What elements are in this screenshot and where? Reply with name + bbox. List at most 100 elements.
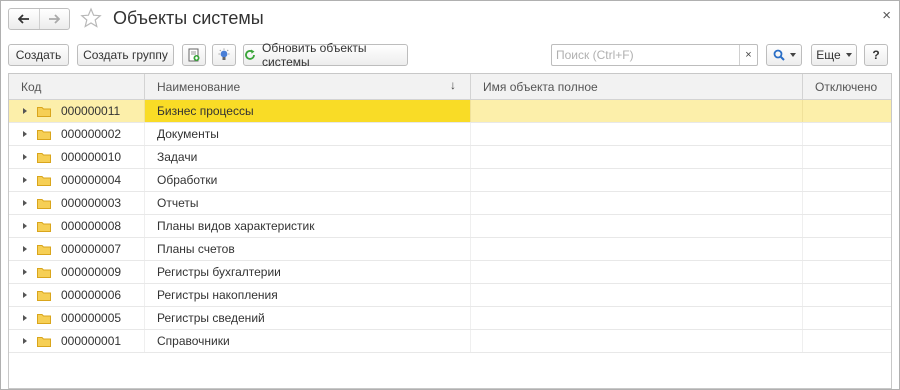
expand-arrow-icon[interactable]: [23, 131, 33, 137]
lightbulb-icon: [218, 48, 230, 60]
code-cell: 000000004: [9, 169, 145, 191]
refresh-objects-label: Обновить объекты системы: [262, 41, 367, 69]
name-cell: Регистры накопления: [145, 284, 471, 306]
forward-button[interactable]: [38, 9, 70, 29]
table-row[interactable]: 000000007 Планы счетов: [9, 238, 891, 261]
folder-icon: [37, 198, 51, 209]
disabled-cell: [803, 330, 891, 352]
disabled-cell: [803, 123, 891, 145]
arrow-right-icon: [49, 14, 61, 24]
name-cell: Документы: [145, 123, 471, 145]
idea-button[interactable]: [212, 44, 236, 66]
folder-icon: [37, 313, 51, 324]
more-button[interactable]: Еще: [811, 44, 857, 66]
expand-arrow-icon[interactable]: [23, 177, 33, 183]
name-cell: Отчеты: [145, 192, 471, 214]
folder-icon: [37, 129, 51, 140]
expand-arrow-icon[interactable]: [23, 108, 33, 114]
name-cell: Регистры бухгалтерии: [145, 261, 471, 283]
disabled-cell: [803, 215, 891, 237]
code-value: 000000001: [61, 334, 122, 348]
folder-icon: [37, 152, 51, 163]
arrow-left-icon: [17, 14, 29, 24]
code-value: 000000006: [61, 288, 122, 302]
table-row[interactable]: 000000009 Регистры бухгалтерии: [9, 261, 891, 284]
full-object-name-cell: [471, 284, 803, 306]
full-object-name-cell: [471, 169, 803, 191]
full-object-name-cell: [471, 307, 803, 329]
name-cell: Задачи: [145, 146, 471, 168]
chevron-down-icon: [845, 53, 852, 57]
navigation-buttons: [8, 8, 70, 30]
full-object-name-cell: [471, 192, 803, 214]
table-body: 000000011 Бизнес процессы 000000002 Докумен…: [9, 100, 891, 353]
expand-arrow-icon[interactable]: [23, 154, 33, 160]
folder-icon: [37, 175, 51, 186]
disabled-cell: [803, 192, 891, 214]
code-cell: 000000007: [9, 238, 145, 260]
code-cell: 000000010: [9, 146, 145, 168]
disabled-cell: [803, 100, 891, 122]
table-row[interactable]: 000000003 Отчеты: [9, 192, 891, 215]
code-value: 000000008: [61, 219, 122, 233]
back-button[interactable]: [9, 9, 39, 29]
table-header: Код Наименование ↓ Имя объекта полное От…: [9, 74, 891, 100]
expand-arrow-icon[interactable]: [23, 246, 33, 252]
star-icon: [80, 7, 102, 28]
full-object-name-cell: [471, 123, 803, 145]
table-row[interactable]: 000000011 Бизнес процессы: [9, 100, 891, 123]
search-box: ×: [551, 44, 758, 66]
expand-arrow-icon[interactable]: [23, 292, 33, 298]
table-row[interactable]: 000000005 Регистры сведений: [9, 307, 891, 330]
code-cell: 000000002: [9, 123, 145, 145]
code-value: 000000003: [61, 196, 122, 210]
code-cell: 000000006: [9, 284, 145, 306]
sort-arrow-icon: ↓: [450, 78, 456, 92]
table-row[interactable]: 000000002 Документы: [9, 123, 891, 146]
code-value: 000000005: [61, 311, 122, 325]
expand-arrow-icon[interactable]: [23, 269, 33, 275]
table-row[interactable]: 000000008 Планы видов характеристик: [9, 215, 891, 238]
column-header-disabled[interactable]: Отключено: [803, 74, 891, 99]
create-group-button[interactable]: Создать группу: [77, 44, 174, 66]
folder-icon: [37, 336, 51, 347]
disabled-cell: [803, 307, 891, 329]
code-cell: 000000011: [9, 100, 145, 122]
name-cell: Обработки: [145, 169, 471, 191]
expand-arrow-icon[interactable]: [23, 223, 33, 229]
folder-icon: [37, 244, 51, 255]
refresh-icon: [244, 49, 256, 61]
code-value: 000000011: [61, 104, 121, 118]
help-button[interactable]: ?: [864, 44, 888, 66]
disabled-cell: [803, 238, 891, 260]
code-cell: 000000001: [9, 330, 145, 352]
close-button[interactable]: ×: [882, 7, 891, 24]
column-header-name[interactable]: Наименование ↓: [145, 74, 471, 99]
expand-arrow-icon[interactable]: [23, 200, 33, 206]
folder-icon: [37, 290, 51, 301]
table-row[interactable]: 000000006 Регистры накопления: [9, 284, 891, 307]
expand-arrow-icon[interactable]: [23, 338, 33, 344]
refresh-objects-button[interactable]: Обновить объекты системы: [243, 41, 408, 69]
column-header-full-object-name[interactable]: Имя объекта полное: [471, 74, 803, 99]
copy-button[interactable]: [182, 44, 206, 66]
name-cell: Справочники: [145, 330, 471, 352]
code-cell: 000000009: [9, 261, 145, 283]
column-header-code[interactable]: Код: [9, 74, 145, 99]
code-value: 000000002: [61, 127, 122, 141]
name-cell: Планы видов характеристик: [145, 215, 471, 237]
code-cell: 000000005: [9, 307, 145, 329]
search-options-button[interactable]: [766, 44, 802, 66]
create-button[interactable]: Создать: [8, 44, 69, 66]
table-row[interactable]: 000000004 Обработки: [9, 169, 891, 192]
code-cell: 000000008: [9, 215, 145, 237]
search-clear-button[interactable]: ×: [739, 45, 757, 65]
table-row[interactable]: 000000001 Справочники: [9, 330, 891, 353]
column-header-name-label: Наименование: [157, 79, 241, 94]
folder-icon: [37, 221, 51, 232]
search-input[interactable]: [552, 45, 738, 65]
favorite-button[interactable]: [80, 7, 102, 32]
expand-arrow-icon[interactable]: [23, 315, 33, 321]
table-row[interactable]: 000000010 Задачи: [9, 146, 891, 169]
more-label: Еще: [816, 48, 841, 62]
